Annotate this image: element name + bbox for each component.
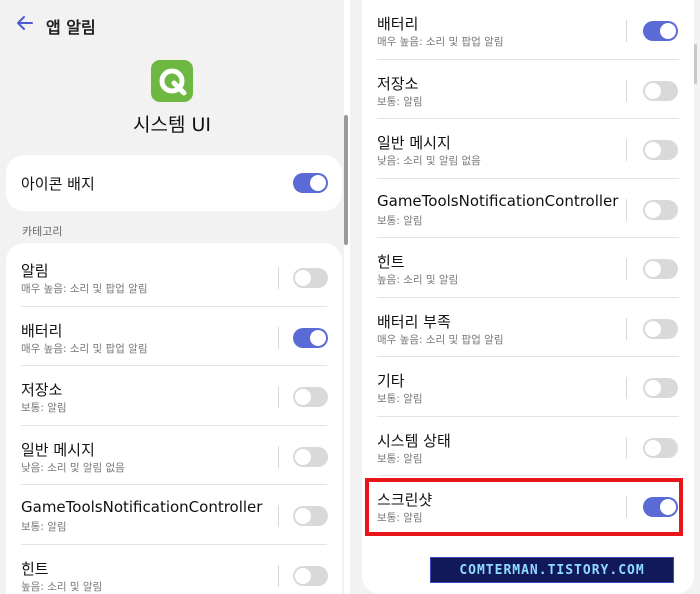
category-toggle[interactable] bbox=[643, 140, 678, 160]
category-subtitle: 높음: 소리 및 알림 bbox=[377, 274, 459, 286]
row-divider bbox=[626, 198, 627, 221]
category-title: 알림 bbox=[21, 262, 49, 280]
category-title: 힌트 bbox=[21, 559, 49, 578]
scrollbar[interactable] bbox=[694, 44, 697, 84]
category-toggle[interactable] bbox=[643, 199, 678, 220]
category-row[interactable]: GameToolsNotificationController 보통: 알림 bbox=[6, 485, 342, 545]
icon-badge-label: 아이콘 배지 bbox=[21, 175, 95, 193]
category-row[interactable]: 일반 메시지낮음: 소리 및 알림 없음 bbox=[362, 119, 694, 179]
category-title: GameToolsNotificationController bbox=[21, 498, 263, 516]
category-toggle[interactable] bbox=[293, 387, 328, 407]
watermark: COMTERMAN.TISTORY.COM bbox=[430, 557, 674, 583]
category-toggle[interactable] bbox=[643, 437, 678, 458]
phone-edge bbox=[344, 115, 348, 245]
category-toggle[interactable] bbox=[643, 378, 678, 398]
category-title: GameToolsNotificationController bbox=[377, 191, 619, 210]
category-subtitle: 낮음: 소리 및 알림 없음 bbox=[377, 155, 481, 167]
category-toggle[interactable] bbox=[293, 506, 328, 526]
category-toggle[interactable] bbox=[643, 318, 678, 339]
category-row[interactable]: 배터리 부족매우 높음: 소리 및 팝업 알림 bbox=[362, 298, 694, 357]
category-row[interactable]: 기타보통: 알림 bbox=[362, 357, 694, 417]
category-toggle[interactable] bbox=[643, 21, 678, 41]
icon-badge-row[interactable]: 아이콘 배지 bbox=[6, 155, 342, 211]
row-divider bbox=[278, 386, 279, 408]
category-subtitle: 보통: 알림 bbox=[377, 214, 423, 227]
row-divider bbox=[278, 445, 279, 468]
category-subtitle: 매우 높음: 소리 및 팝업 알림 bbox=[377, 36, 504, 48]
category-subtitle: 보통: 알림 bbox=[377, 95, 423, 108]
category-subtitle: 보통: 알림 bbox=[377, 452, 423, 465]
row-divider bbox=[626, 139, 627, 161]
category-row[interactable]: GameToolsNotificationController 보통: 알림 bbox=[362, 179, 694, 238]
category-title: 일반 메시지 bbox=[377, 134, 451, 152]
category-row[interactable]: 힌트높음: 소리 및 알림 bbox=[362, 238, 694, 298]
icon-badge-toggle[interactable] bbox=[293, 173, 328, 193]
app-name: 시스템 UI bbox=[133, 114, 211, 136]
category-subtitle: 매우 높음: 소리 및 팝업 알림 bbox=[377, 333, 504, 346]
category-toggle[interactable] bbox=[293, 565, 328, 586]
category-subtitle: 매우 높음: 소리 및 팝업 알림 bbox=[21, 342, 148, 355]
category-subtitle: 보통: 알림 bbox=[377, 393, 423, 405]
row-divider bbox=[278, 564, 279, 587]
system-ui-app-icon bbox=[151, 60, 193, 102]
category-title: 배터리 bbox=[377, 15, 419, 33]
left-screen: 앱 알림 시스템 UI 아이콘 배지 카테고리 알림매우 높음: 소리 및 팝업… bbox=[0, 0, 344, 594]
category-row[interactable]: 배터리매우 높음: 소리 및 팝업 알림 bbox=[362, 0, 694, 60]
category-row[interactable]: 알림매우 높음: 소리 및 팝업 알림 bbox=[6, 247, 342, 307]
category-subtitle: 매우 높음: 소리 및 팝업 알림 bbox=[21, 283, 148, 295]
row-divider bbox=[626, 377, 627, 399]
category-title: 배터리 부족 bbox=[377, 312, 451, 331]
category-title: 저장소 bbox=[21, 381, 63, 399]
row-divider bbox=[278, 326, 279, 349]
category-toggle[interactable] bbox=[643, 80, 678, 101]
top-bar: 앱 알림 bbox=[0, 0, 344, 50]
category-toggle[interactable] bbox=[643, 259, 678, 279]
row-divider bbox=[626, 436, 627, 459]
category-row[interactable]: 저장소보통: 알림 bbox=[6, 366, 342, 426]
app-header: 시스템 UI bbox=[0, 60, 344, 137]
category-toggle[interactable] bbox=[293, 268, 328, 288]
screenshot-highlight-box bbox=[365, 478, 683, 536]
row-divider bbox=[626, 20, 627, 42]
category-subtitle: 보통: 알림 bbox=[21, 402, 67, 414]
watermark-text: COMTERMAN.TISTORY.COM bbox=[459, 562, 645, 578]
category-title: 기타 bbox=[377, 372, 405, 390]
category-row[interactable]: 저장소보통: 알림 bbox=[362, 60, 694, 119]
category-subtitle: 낮음: 소리 및 알림 없음 bbox=[21, 461, 125, 474]
category-toggle[interactable] bbox=[293, 446, 328, 467]
page-title: 앱 알림 bbox=[46, 18, 96, 37]
category-subtitle: 높음: 소리 및 알림 bbox=[21, 580, 103, 593]
category-row[interactable]: 일반 메시지낮음: 소리 및 알림 없음 bbox=[6, 426, 342, 485]
back-arrow-icon[interactable] bbox=[14, 12, 36, 34]
category-title: 시스템 상태 bbox=[377, 431, 451, 450]
category-row[interactable]: 배터리매우 높음: 소리 및 팝업 알림 bbox=[6, 307, 342, 366]
category-toggle[interactable] bbox=[293, 327, 328, 348]
category-title: 일반 메시지 bbox=[21, 440, 95, 459]
row-divider bbox=[626, 79, 627, 102]
category-row[interactable]: 시스템 상태보통: 알림 bbox=[362, 417, 694, 476]
row-divider bbox=[626, 317, 627, 340]
row-divider bbox=[626, 258, 627, 280]
row-divider bbox=[278, 267, 279, 289]
category-title: 힌트 bbox=[377, 253, 405, 271]
category-subtitle: 보통: 알림 bbox=[21, 521, 67, 533]
category-title: 저장소 bbox=[377, 74, 419, 93]
category-row[interactable]: 힌트높음: 소리 및 알림 bbox=[6, 545, 342, 594]
left-category-list: 알림 매우 높음: 소리 및 팝업 알림 배터리 매우 높음: 소리 및 팝업 알림 저… bbox=[6, 243, 342, 594]
category-section-label: 카테고리 bbox=[22, 225, 63, 238]
category-title: 배터리 bbox=[21, 321, 63, 340]
row-divider bbox=[278, 505, 279, 527]
